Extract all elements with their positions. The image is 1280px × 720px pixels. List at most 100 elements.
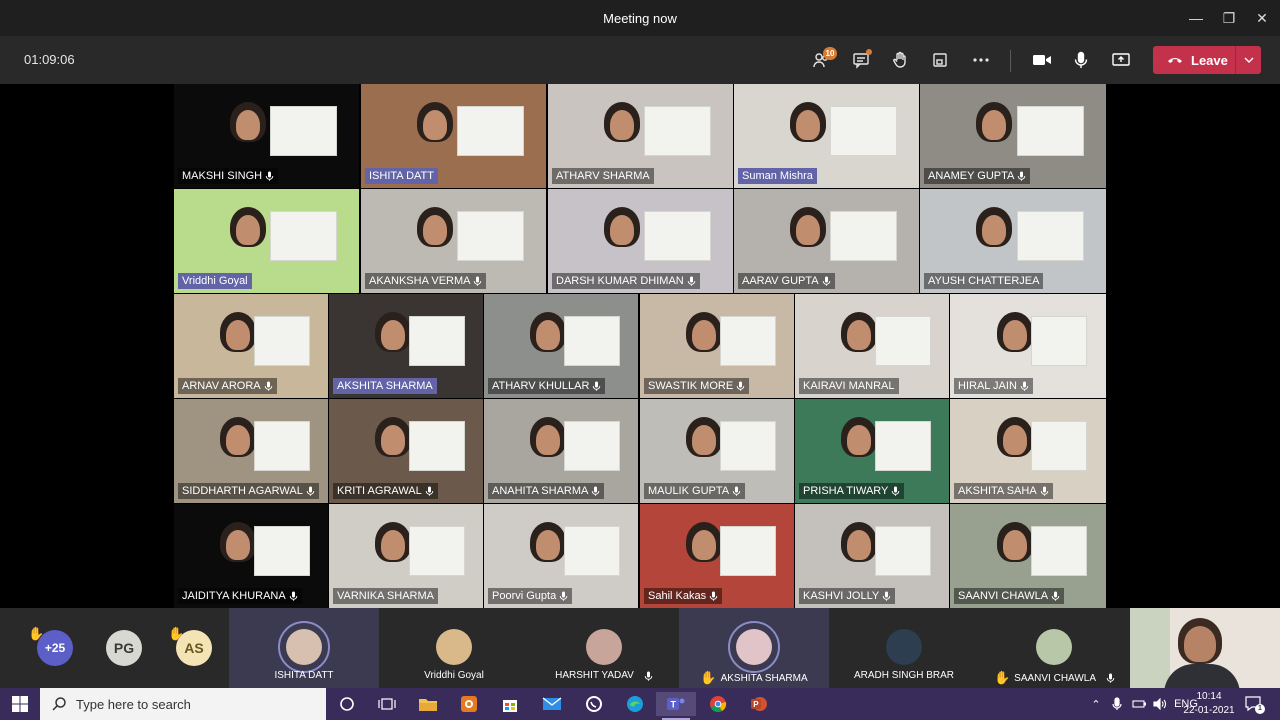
start-button[interactable] <box>0 688 40 720</box>
video-tile[interactable]: AKSHITA SAHA <box>950 399 1106 503</box>
taskbar-search-box[interactable]: Type here to search <box>40 688 326 720</box>
drawing-sheet <box>720 316 776 366</box>
participant-name-label: ATHARV KHULLAR <box>488 378 606 394</box>
participant-name: DARSH KUMAR DHIMAN <box>556 275 684 287</box>
strip-participant[interactable]: Vriddhi Goyal <box>379 608 529 688</box>
strip-participant[interactable]: ISHITA DATT <box>229 608 379 688</box>
raise-hand-button[interactable] <box>885 46 915 74</box>
video-tile[interactable]: Sahil Kakas <box>640 504 794 608</box>
whatsapp-icon <box>586 696 602 712</box>
video-tile[interactable]: ARNAV ARORA <box>174 294 328 398</box>
video-tile[interactable]: KRITI AGRAWAL <box>329 399 483 503</box>
share-tray-button[interactable] <box>925 46 955 74</box>
drawing-sheet <box>457 211 524 261</box>
drawing-sheet <box>1031 316 1088 366</box>
video-tile[interactable]: ATHARV KHULLAR <box>484 294 638 398</box>
video-tile[interactable]: JAIDITYA KHURANA <box>174 504 328 608</box>
video-tile[interactable]: ANAMEY GUPTA <box>920 84 1106 188</box>
chrome-button[interactable] <box>698 692 738 716</box>
mic-icon <box>264 381 272 391</box>
video-tile[interactable]: AKSHITA SHARMA <box>329 294 483 398</box>
cortana-button[interactable] <box>327 692 367 716</box>
action-center-button[interactable]: 1 <box>1244 694 1265 714</box>
strip-participant[interactable]: ARADH SINGH BRAR <box>829 608 979 688</box>
video-tile[interactable]: SWASTIK MORE <box>640 294 794 398</box>
participant-name: AARAV GUPTA <box>742 275 819 287</box>
mail-button[interactable] <box>532 692 572 716</box>
video-tile[interactable]: DARSH KUMAR DHIMAN <box>548 189 733 293</box>
mic-button[interactable] <box>1066 46 1096 74</box>
video-tile[interactable]: VARNIKA SHARMA <box>329 504 483 608</box>
mic-icon <box>265 171 274 181</box>
strip-name-row: ARADH SINGH BRAR <box>829 670 979 681</box>
video-tile[interactable]: ISHITA DATT <box>361 84 546 188</box>
strip-participant[interactable]: ✋ SAANVI CHAWLA <box>979 608 1130 688</box>
taskbar-clock[interactable]: 10:14 22-01-2021 <box>1180 690 1238 718</box>
more-participants-button[interactable]: +25 <box>37 630 73 666</box>
video-tile[interactable]: Suman Mishra <box>734 84 919 188</box>
video-tile[interactable]: MAULIK GUPTA <box>640 399 794 503</box>
strip-participant-name: SAANVI CHAWLA <box>1014 672 1097 684</box>
participant-name: ANAMEY GUPTA <box>928 170 1015 182</box>
video-tile[interactable]: AYUSH CHATTERJEA <box>920 189 1106 293</box>
drawing-sheet <box>875 526 931 576</box>
video-tile[interactable]: KASHVI JOLLY <box>795 504 949 608</box>
video-tile[interactable]: MAKSHI SINGH <box>174 84 359 188</box>
svg-text:T: T <box>671 700 677 710</box>
teams-button[interactable]: T <box>656 692 696 720</box>
store-button[interactable] <box>490 692 530 716</box>
minimize-button[interactable]: — <box>1179 4 1213 32</box>
video-tile[interactable]: AKANKSHA VERMA <box>361 189 546 293</box>
participant-avatar <box>586 629 622 665</box>
share-screen-button[interactable] <box>1106 46 1136 74</box>
mic-icon <box>732 486 741 496</box>
close-button[interactable]: ✕ <box>1245 4 1279 32</box>
powerpoint-button[interactable]: P <box>739 692 779 716</box>
share-screen-icon <box>1112 53 1130 66</box>
edge-button[interactable] <box>615 692 655 716</box>
video-tile[interactable]: AARAV GUPTA <box>734 189 919 293</box>
avatar-pg[interactable]: PG <box>106 630 142 666</box>
self-view-video[interactable] <box>1130 608 1280 688</box>
chat-button[interactable] <box>846 46 876 74</box>
video-tile[interactable]: ATHARV SHARMA <box>548 84 733 188</box>
participant-face <box>795 110 820 140</box>
strip-participant[interactable]: HARSHIT YADAV <box>529 608 679 688</box>
strip-participant[interactable]: ✋ AKSHITA SHARMA <box>679 608 829 688</box>
tray-volume-icon[interactable] <box>1150 698 1170 710</box>
participants-button[interactable]: 10 <box>806 46 837 74</box>
tray-battery-icon[interactable] <box>1128 699 1150 709</box>
toolbar-divider <box>1010 50 1011 72</box>
video-tile[interactable]: PRISHA TIWARY <box>795 399 949 503</box>
video-tile[interactable]: Poorvi Gupta <box>484 504 638 608</box>
tray-microphone-icon[interactable] <box>1106 697 1128 711</box>
tray-chevron-up-icon[interactable]: ⌃ <box>1086 698 1106 711</box>
video-tile[interactable]: KAIRAVI MANRAL <box>795 294 949 398</box>
video-tile[interactable]: SIDDHARTH AGARWAL <box>174 399 328 503</box>
hang-up-icon <box>1168 58 1182 63</box>
participant-face <box>692 320 717 350</box>
leave-options-button[interactable] <box>1236 46 1261 74</box>
chrome-icon <box>710 696 727 713</box>
whatsapp-button[interactable] <box>574 692 614 716</box>
participant-name: JAIDITYA KHURANA <box>182 590 286 602</box>
participant-avatar <box>886 629 922 665</box>
leave-button[interactable]: Leave <box>1153 46 1235 74</box>
participant-face <box>381 530 406 560</box>
video-tile[interactable]: ANAHITA SHARMA <box>484 399 638 503</box>
microphone-icon <box>1074 51 1088 68</box>
maximize-button[interactable]: ❐ <box>1212 4 1246 32</box>
participant-name-label: PRISHA TIWARY <box>799 483 905 499</box>
video-tile[interactable]: Vriddhi Goyal <box>174 189 359 293</box>
participant-face <box>422 110 447 140</box>
avatar-as[interactable]: AS <box>176 630 212 666</box>
camera-button[interactable] <box>1027 46 1057 74</box>
more-actions-button[interactable] <box>966 46 996 74</box>
file-explorer-button[interactable] <box>408 692 448 716</box>
app-orange-button[interactable] <box>449 692 489 716</box>
video-tile[interactable]: HIRAL JAIN <box>950 294 1106 398</box>
task-view-button[interactable] <box>367 692 407 716</box>
drawing-sheet <box>409 421 465 471</box>
participant-avatar <box>1036 629 1072 665</box>
video-tile[interactable]: SAANVI CHAWLA <box>950 504 1106 608</box>
